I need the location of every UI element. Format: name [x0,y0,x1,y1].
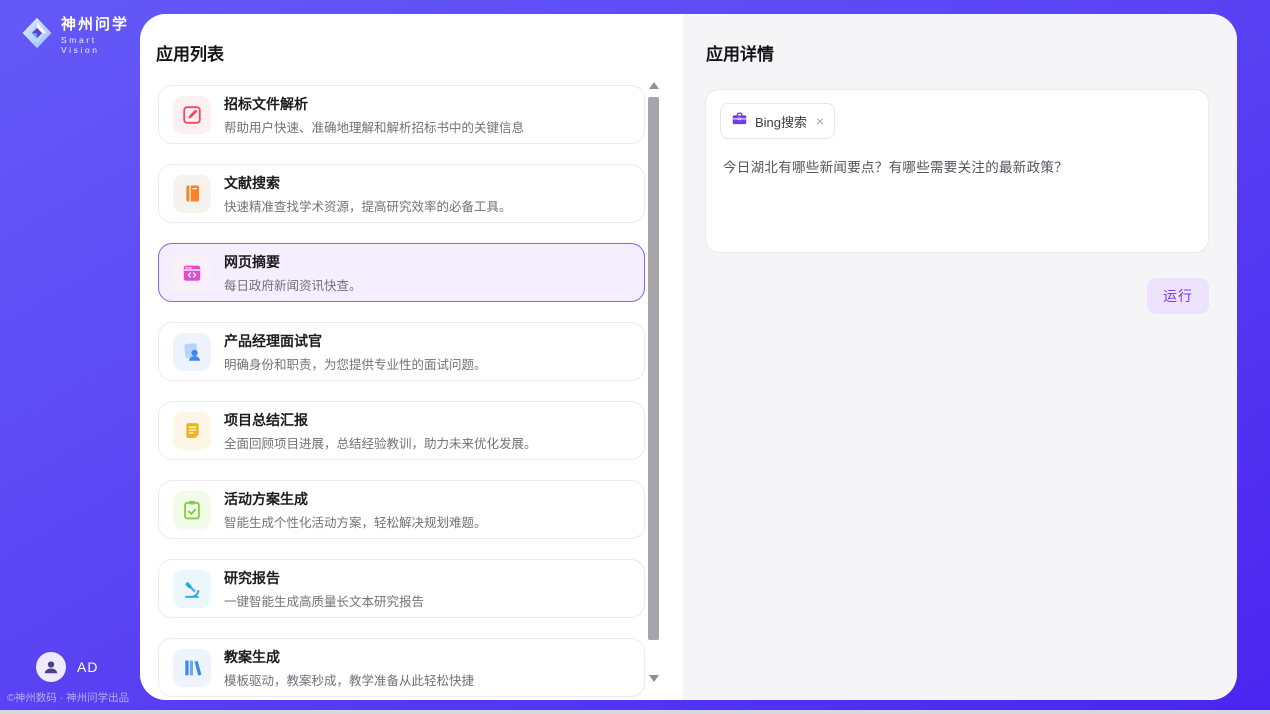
microscope-icon [173,570,211,608]
browser-code-icon [173,254,211,292]
run-button[interactable]: 运行 [1147,278,1209,314]
input-toolbar: @ # [720,223,1194,240]
sidebar: 神州问学 Smart Vision AD ©神州数码 · 神州问学出品 [0,0,140,714]
scrollbar-thumb[interactable] [648,97,659,640]
app-card-title: 教案生成 [224,647,474,667]
app-card-description: 快速精准查找学术资源，提高研究效率的必备工具。 [224,196,512,215]
app-card[interactable]: 招标文件解析 帮助用户快速、准确地理解和解析招标书中的关键信息 [158,85,645,144]
app-card-title: 项目总结汇报 [224,410,537,430]
diamond-logo-icon [20,15,54,56]
app-card[interactable]: 项目总结汇报 全面回顾项目进展，总结经验教训，助力未来优化发展。 [158,401,645,460]
app-list-title: 应用列表 [156,40,683,65]
close-icon[interactable]: × [816,114,824,128]
scroll-down-arrow-icon[interactable] [649,675,659,682]
app-card[interactable]: 研究报告 一键智能生成高质量长文本研究报告 [158,559,645,618]
app-list: 招标文件解析 帮助用户快速、准确地理解和解析招标书中的关键信息 文献搜索 快速精… [158,85,645,700]
paperclip-icon[interactable] [723,223,740,240]
app-card-description: 一键智能生成高质量长文本研究报告 [224,591,424,610]
app-card[interactable]: 网页摘要 每日政府新闻资讯快查。 [158,243,645,302]
copyright-text: ©神州数码 · 神州问学出品 [7,690,129,705]
avatar [36,652,66,682]
app-detail-title: 应用详情 [706,40,1209,65]
clipboard-check-icon [173,491,211,529]
app-card-title: 活动方案生成 [224,489,487,509]
app-card[interactable]: 文献搜索 快速精准查找学术资源，提高研究效率的必备工具。 [158,164,645,223]
hash-icon[interactable]: # [799,224,808,240]
window-bottom-edge [0,710,1270,714]
book-icon [173,175,211,213]
app-card-description: 明确身份和职责，为您提供专业性的面试问题。 [224,354,487,373]
app-list-pane: 应用列表 招标文件解析 帮助用户快速、准确地理解和解析招标书中的关键信息 [140,14,683,700]
app-card-description: 模板驱动，教案秒成，教学准备从此轻松快捷 [224,670,474,689]
query-text[interactable]: 今日湖北有哪些新闻要点？有哪些需要关注的最新政策？ [723,156,1194,176]
app-card-description: 每日政府新闻资讯快查。 [224,275,362,294]
list-scrollbar[interactable] [648,82,659,682]
brand-logo: 神州问学 Smart Vision [20,15,140,56]
main-content: 应用列表 招标文件解析 帮助用户快速、准确地理解和解析招标书中的关键信息 [140,14,1237,700]
briefcase-icon [731,110,748,132]
scroll-up-arrow-icon[interactable] [649,82,659,89]
app-card[interactable]: 活动方案生成 智能生成个性化活动方案，轻松解决规划难题。 [158,480,645,539]
prompt-input-card[interactable]: Bing搜索 × 今日湖北有哪些新闻要点？有哪些需要关注的最新政策？ @ # [705,89,1209,253]
app-card-title: 研究报告 [224,568,424,588]
note-icon [173,412,211,450]
app-card-description: 智能生成个性化活动方案，轻松解决规划难题。 [224,512,487,531]
app-card-description: 全面回顾项目进展，总结经验教训，助力未来优化发展。 [224,433,537,452]
app-card-description: 帮助用户快速、准确地理解和解析招标书中的关键信息 [224,117,524,136]
tool-tag-bing-search[interactable]: Bing搜索 × [720,103,835,139]
app-card-title: 产品经理面试官 [224,331,487,351]
at-icon[interactable]: @ [761,223,778,240]
interview-icon [173,333,211,371]
tool-tag-label: Bing搜索 [755,112,807,131]
edit-doc-icon [173,96,211,134]
app-card[interactable]: 产品经理面试官 明确身份和职责，为您提供专业性的面试问题。 [158,322,645,381]
user-initials: AD [77,659,98,675]
app-card-title: 招标文件解析 [224,94,524,114]
app-card[interactable]: 教案生成 模板驱动，教案秒成，教学准备从此轻松快捷 [158,638,645,697]
brand-tagline: Smart Vision [61,35,140,55]
app-card-title: 文献搜索 [224,173,512,193]
app-card-title: 网页摘要 [224,252,362,272]
books-icon [173,649,211,687]
app-detail-pane: 应用详情 Bing搜索 × 今日湖北有哪些新闻要点？有哪些需要关注的最新政策？ … [683,14,1237,700]
user-account[interactable]: AD [36,652,98,682]
brand-name: 神州问学 [61,16,140,35]
